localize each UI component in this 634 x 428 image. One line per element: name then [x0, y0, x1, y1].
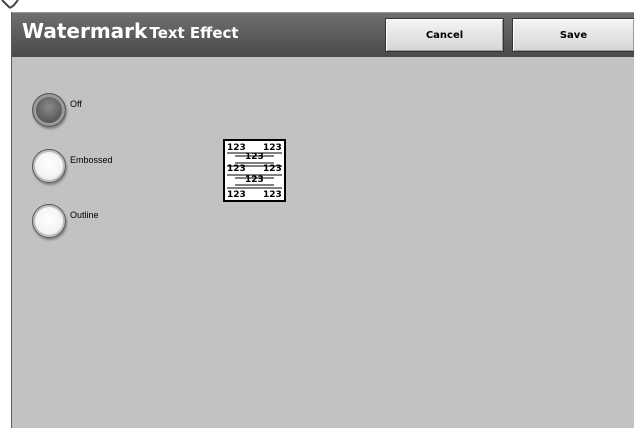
option-outline-label: Outline	[70, 210, 99, 220]
save-button[interactable]: Save	[512, 18, 634, 52]
preview-text-row4-center: 123	[245, 175, 264, 185]
title-bar: Watermark - Text Effect Cancel Save	[12, 12, 634, 57]
text-effect-preview: 123 123 123 123 123 123 123 123	[223, 139, 286, 202]
page-title: Watermark	[22, 19, 148, 43]
cancel-button[interactable]: Cancel	[385, 18, 504, 52]
page-subtitle: - Text Effect	[138, 24, 239, 42]
option-embossed-label: Embossed	[70, 155, 113, 165]
preview-text-row5-left: 123	[227, 190, 246, 200]
preview-text-row1-right: 123	[263, 143, 282, 153]
preview-text-row5-right: 123	[263, 190, 282, 200]
preview-text-row1-left: 123	[227, 143, 246, 153]
radio-off[interactable]	[32, 93, 66, 127]
radio-outline[interactable]	[32, 204, 66, 238]
radio-embossed[interactable]	[32, 149, 66, 183]
preview-graphic: 123 123 123 123 123 123 123 123	[227, 143, 282, 200]
top-left-glyph	[1, 0, 19, 9]
screen-area: Watermark - Text Effect Cancel Save Off …	[11, 12, 634, 428]
option-off-label: Off	[70, 99, 82, 109]
